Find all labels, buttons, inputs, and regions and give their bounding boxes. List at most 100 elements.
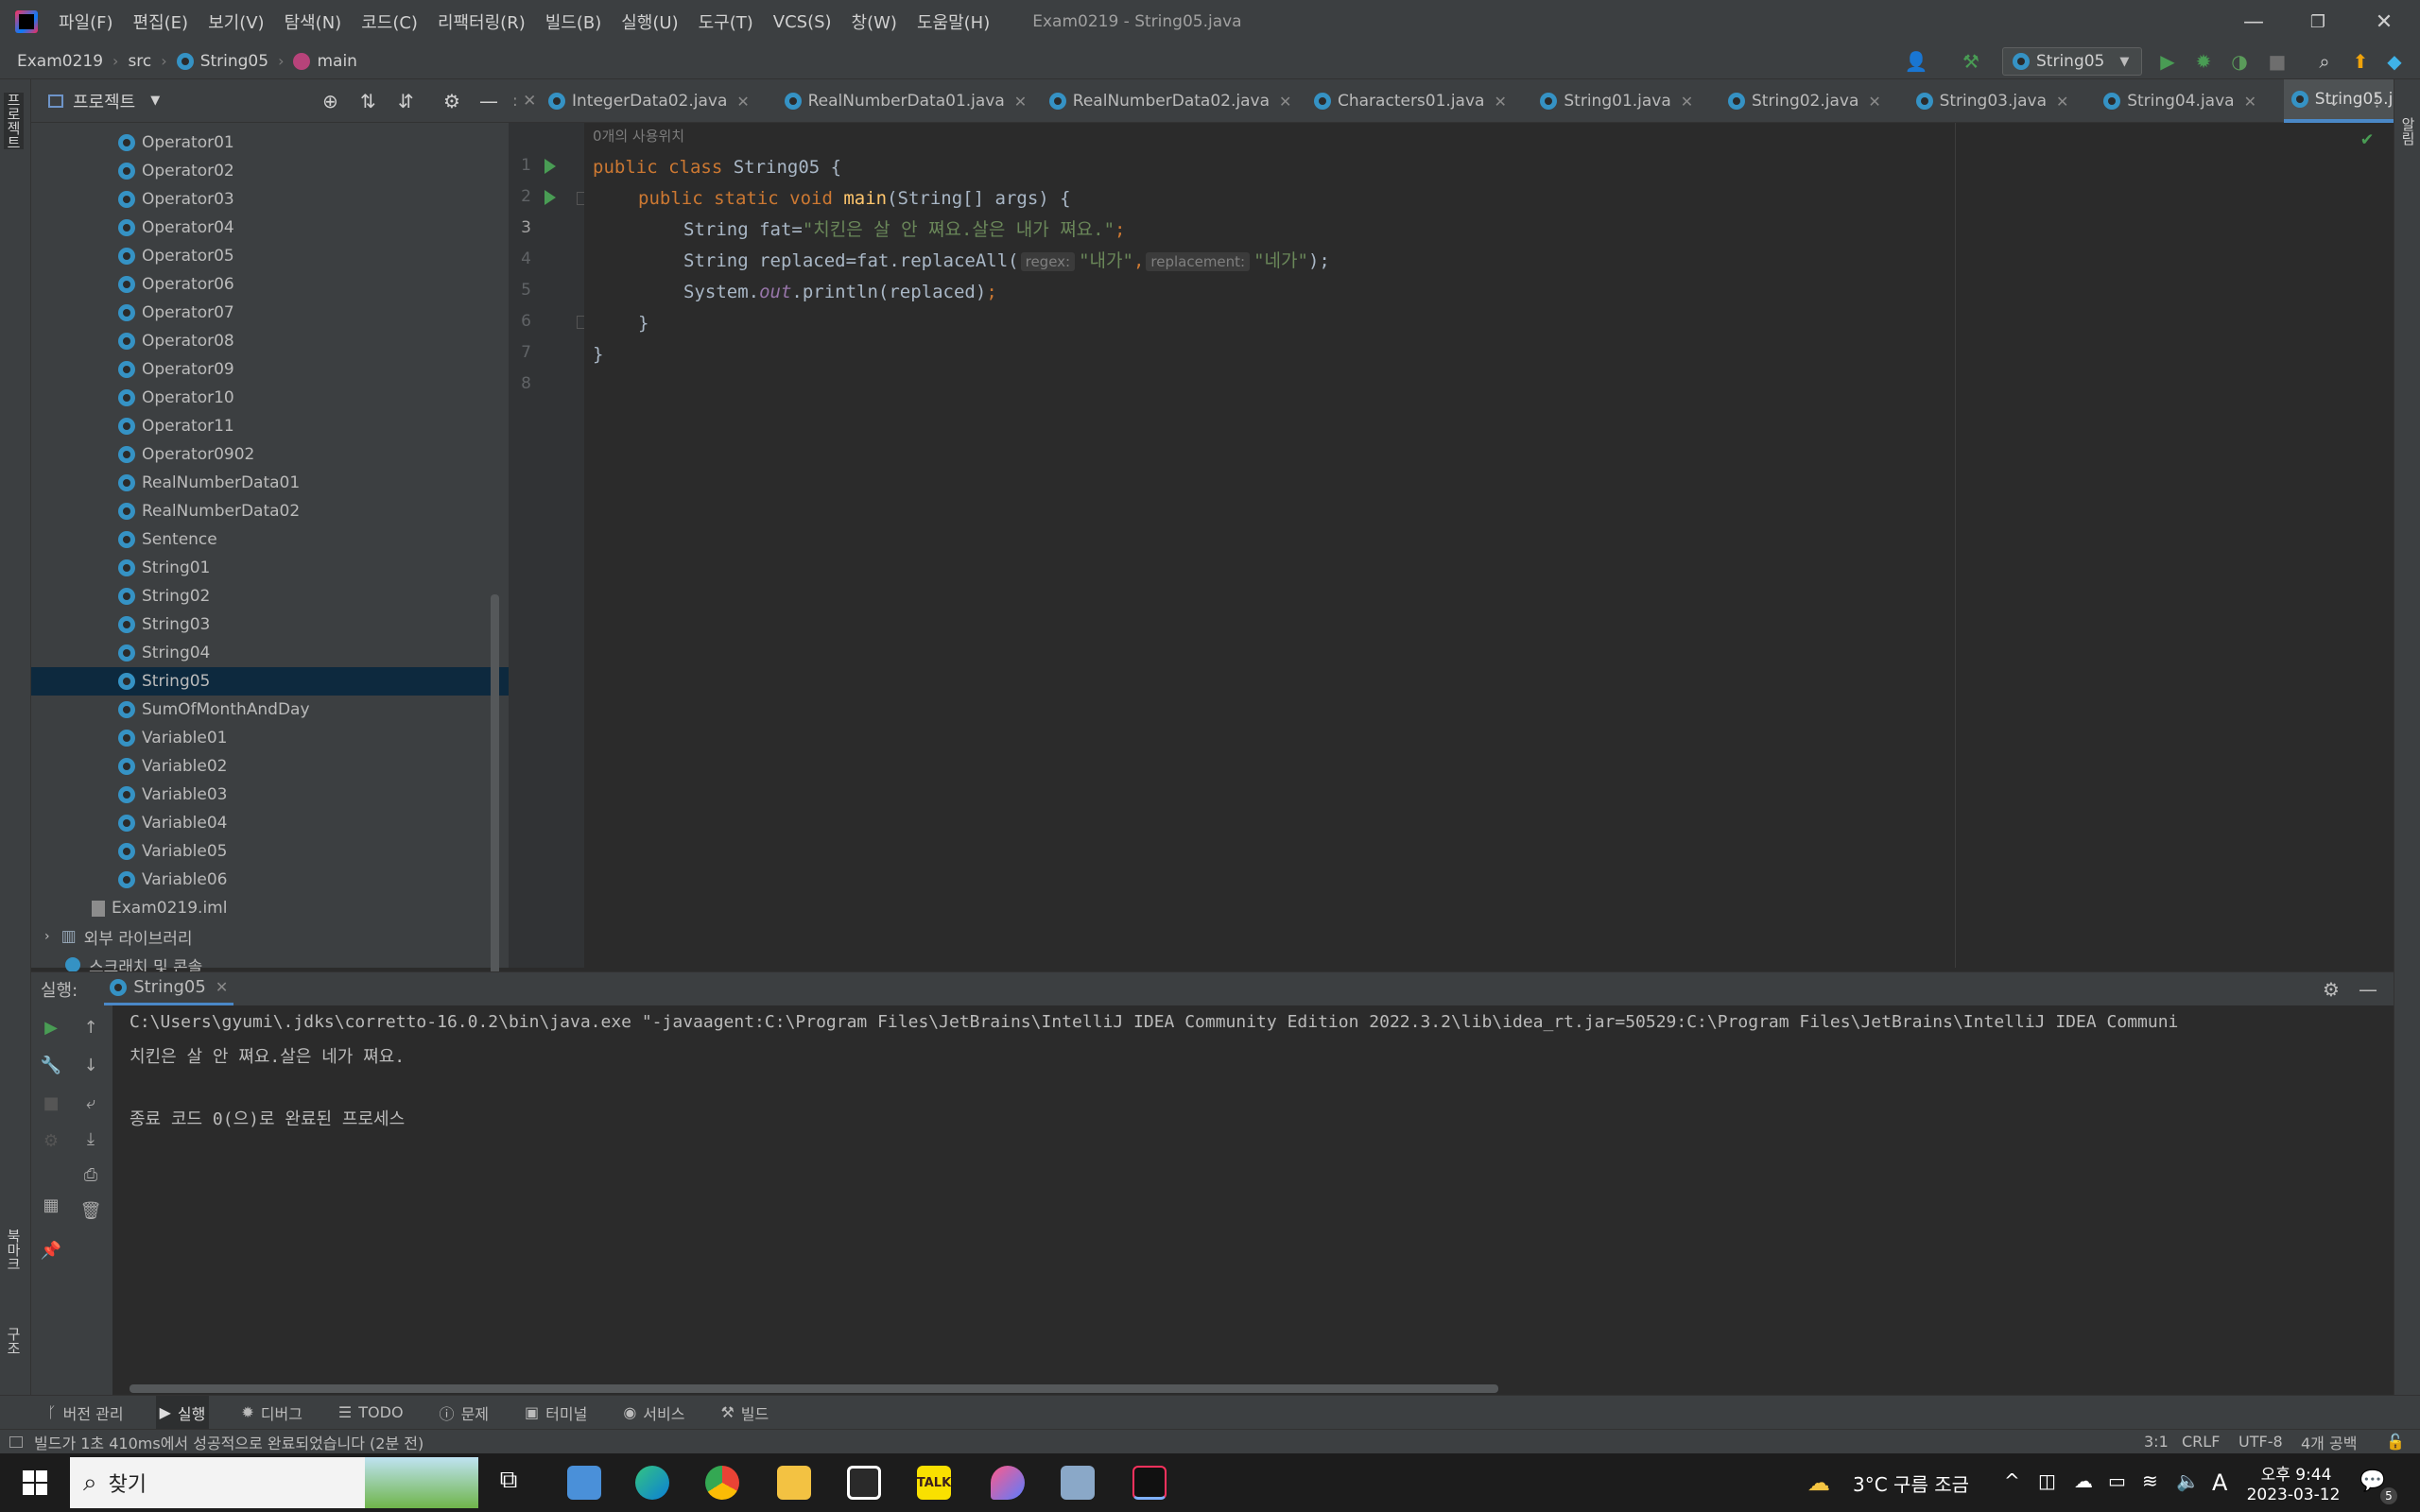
tabs-dropdown-icon[interactable]: ⌄ [2327,79,2341,123]
menu-help[interactable]: 도움말(H) [917,9,990,34]
onedrive-icon[interactable]: ☁ [2074,1469,2093,1492]
close-icon[interactable]: ✕ [1279,93,1291,111]
breadcrumb-folder[interactable]: src [128,52,151,71]
battery-icon[interactable]: ▭ [2108,1469,2126,1492]
check-icon[interactable]: ✔ [2361,127,2373,149]
project-tree-item[interactable]: Operator05 [31,242,509,270]
tool-window-services[interactable]: ◉ 서비스 [619,1396,688,1430]
project-tree-item[interactable]: Operator10 [31,384,509,412]
project-tool-tab[interactable]: 프로젝트 [4,93,24,149]
build-hammer-icon[interactable]: ⚒ [1959,49,1983,74]
search-icon[interactable]: ⌕ [2312,49,2337,74]
project-tree-item[interactable]: Variable05 [31,837,509,866]
project-tree-item[interactable]: › ▥ 외부 라이브러리 [31,922,509,951]
intellij-logo-icon[interactable] [15,10,38,33]
arrow-down-icon[interactable]: ↓ [78,1053,103,1077]
project-tree-item[interactable]: RealNumberData02 [31,497,509,525]
expand-all-icon[interactable]: ⇅ [360,90,376,112]
project-tree-item[interactable]: Variable02 [31,752,509,781]
project-tree-item[interactable]: Variable01 [31,724,509,752]
run-tab[interactable]: String05 ✕ [104,972,234,1006]
layout-icon[interactable]: ▦ [39,1193,63,1217]
ime-indicator[interactable]: A [2212,1469,2227,1496]
lock-icon[interactable]: 🔓 [2386,1433,2405,1451]
project-tree-item[interactable]: RealNumberData01 [31,469,509,497]
run-configuration-select[interactable]: String05 ▼ [2002,47,2142,76]
editor-tab[interactable]: String04.java ✕ [2096,79,2262,123]
tool-window-list[interactable]: ☰ TODO [335,1396,407,1430]
project-tree-item[interactable]: Operator07 [31,299,509,327]
project-tree-item[interactable]: String03 [31,610,509,639]
close-icon[interactable]: ✕ [736,93,749,111]
plugin-icon[interactable]: ◆ [2382,49,2407,74]
close-icon[interactable]: ✕ [2244,93,2256,111]
close-icon[interactable]: ✕ [1681,93,1693,111]
coverage-icon[interactable]: ◑ [2227,49,2252,74]
editor-tab[interactable]: Characters01.java ✕ [1306,79,1512,123]
restore-button[interactable]: ❐ [2286,0,2350,43]
tool-window-problem[interactable]: ⓘ 문제 [436,1396,493,1430]
sticky-notes-icon[interactable] [847,1466,881,1500]
project-tree-item[interactable]: String01 [31,554,509,582]
editor-tab[interactable]: String01.java ✕ [1532,79,1699,123]
rerun-icon[interactable]: ▶ [39,1015,63,1040]
widgets-app-icon[interactable] [567,1466,601,1500]
close-button[interactable]: ✕ [2352,0,2416,43]
caret-position[interactable]: 3:1 [2144,1433,2169,1451]
notifications-tool-tab[interactable]: 알림 [2398,117,2418,146]
menu-code[interactable]: 코드(C) [361,9,418,34]
tabs-overflow-left[interactable]: : ✕ [512,79,536,123]
chrome-browser-icon[interactable] [705,1466,739,1500]
soft-wrap-icon[interactable]: ⤶ [78,1091,103,1115]
stop-icon[interactable]: ■ [2265,49,2290,74]
close-icon[interactable]: ✕ [216,978,228,996]
bookmarks-tool-tab[interactable]: 북마크 [4,1228,24,1271]
project-tree-item[interactable]: SumOfMonthAndDay [31,696,509,724]
line-separator[interactable]: CRLF [2182,1433,2220,1451]
project-tree-item[interactable]: Variable03 [31,781,509,809]
task-view-icon[interactable]: ⧉ [492,1466,526,1500]
debug-icon[interactable]: ✹ [2191,49,2216,74]
run-main-icon[interactable] [544,190,556,205]
breadcrumb-class[interactable]: String05 [176,52,268,71]
project-panel-title[interactable]: 프로젝트 [73,89,135,113]
layout-toggle-icon[interactable] [9,1435,23,1448]
editor-tab[interactable]: String03.java ✕ [1909,79,2075,123]
project-tree-item[interactable]: Operator0902 [31,440,509,469]
chevron-down-icon[interactable]: ▼ [150,94,160,108]
chevron-right-icon[interactable]: › [44,929,50,944]
file-explorer-icon[interactable] [777,1466,811,1500]
wifi-icon[interactable]: ≋ [2142,1469,2158,1492]
project-tree-item[interactable]: Operator08 [31,327,509,355]
menu-file[interactable]: 파일(F) [59,9,113,34]
tool-window-terminal[interactable]: ▣ 터미널 [521,1396,591,1430]
paint-icon[interactable] [1061,1466,1095,1500]
close-icon[interactable]: ✕ [1494,93,1506,111]
menu-tools[interactable]: 도구(T) [699,9,753,34]
close-icon[interactable]: ✕ [2056,93,2068,111]
meet-now-icon[interactable]: ◫ [2038,1469,2056,1492]
menu-run[interactable]: 실행(U) [621,9,678,34]
project-tree-item[interactable]: Operator09 [31,355,509,384]
hide-icon[interactable]: — [479,90,498,112]
paint3d-icon[interactable] [991,1466,1025,1500]
stop-icon[interactable]: ■ [39,1091,63,1115]
project-tree-item[interactable]: Sentence [31,525,509,554]
dump-threads-icon[interactable]: ⚙ [39,1128,63,1153]
hide-icon[interactable]: — [2359,978,2377,1001]
gear-icon[interactable]: ⚙ [2323,978,2340,1001]
clock-date[interactable]: 2023-03-12 [2246,1486,2341,1504]
console-output[interactable]: C:\Users\gyumi\.jdks\corretto-16.0.2\bin… [112,1005,2394,1395]
print-icon[interactable]: ⎙ [78,1162,103,1187]
minimize-button[interactable]: — [2221,0,2286,43]
project-tree-item[interactable]: Exam0219.iml [31,894,509,922]
menu-refactor[interactable]: 리팩터링(R) [438,9,526,34]
menu-view[interactable]: 보기(V) [208,9,264,34]
weather-text[interactable]: 3°C 구름 조금 [1853,1469,1969,1497]
collapse-all-icon[interactable]: ⇵ [398,90,414,112]
project-tree-item[interactable]: Operator02 [31,157,509,185]
close-icon[interactable]: ✕ [1014,93,1027,111]
trash-icon[interactable]: 🗑 [78,1198,103,1223]
project-tree-item[interactable]: Operator11 [31,412,509,440]
project-tree-item[interactable]: Operator06 [31,270,509,299]
